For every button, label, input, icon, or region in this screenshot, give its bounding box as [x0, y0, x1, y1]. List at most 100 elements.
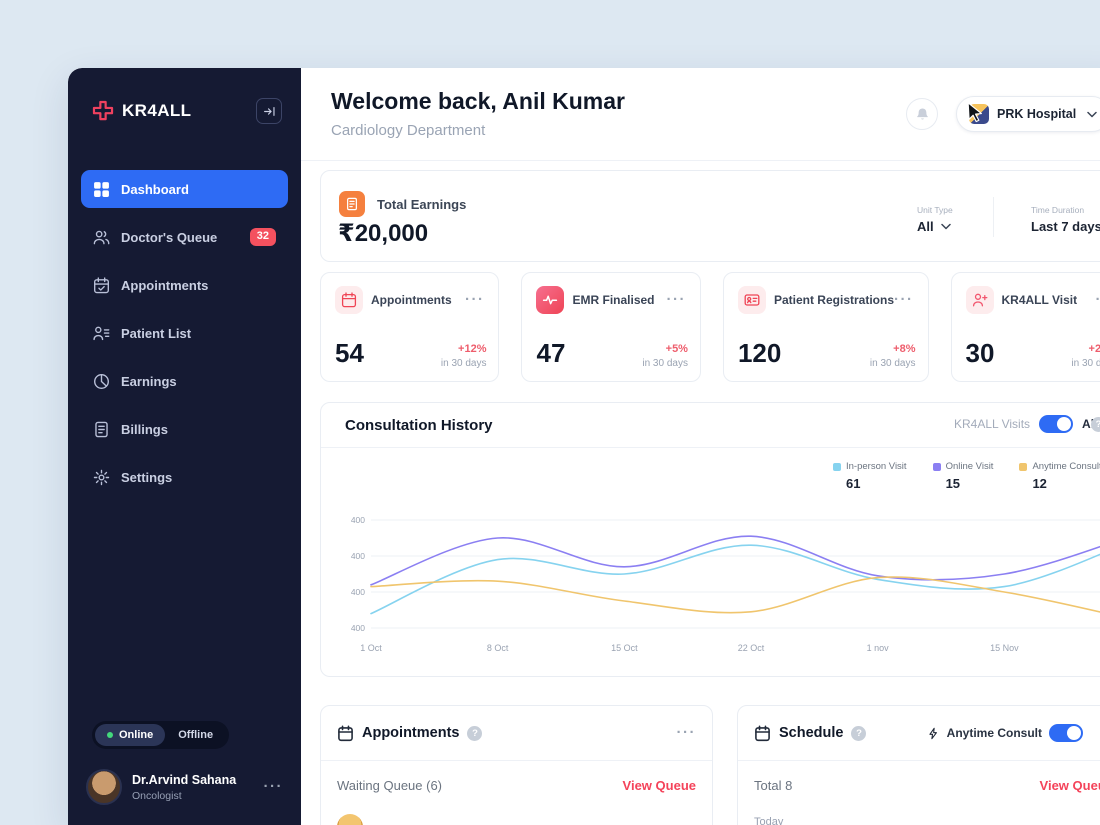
x-axis-label: 8 Oct	[486, 643, 509, 653]
app-window: KR4ALL Dashboard Doctor's Queue 32 Appoi…	[68, 68, 1100, 825]
kr4all-visits-toggle[interactable]	[1039, 415, 1074, 433]
legend-item: In-person Visit 61	[833, 461, 907, 491]
unit-type-control: Unit Type All	[917, 205, 953, 234]
card-more-button[interactable]: ···	[677, 725, 697, 740]
unit-type-label: Unit Type	[917, 205, 953, 215]
registrations-stat-icon	[737, 286, 766, 314]
anytime-consult-toggle[interactable]	[1049, 724, 1083, 742]
x-axis-label: 1 nov	[866, 643, 889, 653]
legend-label: Anytime Consult	[1032, 461, 1100, 472]
view-queue-link[interactable]: View Queue	[1040, 778, 1100, 793]
online-label: Online	[119, 729, 154, 741]
legend-label: Online Visit	[945, 461, 994, 472]
sidebar: KR4ALL Dashboard Doctor's Queue 32 Appoi…	[68, 68, 301, 825]
profile-more-button[interactable]: ···	[264, 779, 284, 794]
logo-row: KR4ALL	[68, 68, 301, 148]
sidebar-collapse-button[interactable]	[256, 98, 282, 124]
total-earnings-card: Total Earnings ₹20,000 Unit Type All Tim…	[320, 170, 1100, 262]
earnings-amount: ₹20,000	[338, 220, 429, 247]
schedule-card: Schedule ? Anytime Consult Total 8 View …	[737, 705, 1100, 825]
sidebar-item-label: Doctor's Queue	[121, 229, 218, 245]
earnings-card-icon	[339, 191, 365, 217]
stat-value: 47	[536, 338, 566, 368]
kr4all-logo-icon	[92, 100, 114, 122]
legend-item: Anytime Consult 12	[1019, 461, 1100, 491]
stat-change: +12%	[458, 343, 487, 355]
y-axis-tick: 400	[350, 551, 365, 561]
stat-period: in 30 days	[869, 358, 916, 369]
sidebar-item-label: Appointments	[121, 277, 209, 293]
stat-more-button[interactable]: ···	[1095, 292, 1100, 307]
sidebar-item-appointments[interactable]: Appointments	[81, 266, 288, 304]
time-duration-value: Last 7 days	[1031, 219, 1100, 234]
doctor-profile[interactable]: Dr.Arvind Sahana Oncologist ···	[68, 763, 301, 825]
view-queue-link[interactable]: View Queue	[623, 778, 696, 793]
time-duration-dropdown[interactable]: Last 7 days	[1031, 219, 1100, 234]
legend-label: In-person Visit	[846, 461, 907, 472]
hospital-name: PRK Hospital	[997, 107, 1077, 121]
sidebar-item-dashboard[interactable]: Dashboard	[81, 170, 288, 208]
stat-period: in 30 days	[1071, 358, 1100, 369]
bell-icon	[916, 108, 928, 119]
stat-value: 54	[335, 338, 364, 368]
stat-change: +25%	[1088, 343, 1100, 355]
stat-more-button[interactable]: ···	[666, 292, 686, 307]
x-axis-label: 1 Oct	[360, 643, 382, 653]
waiting-queue-label: Waiting Queue (6)	[337, 778, 443, 793]
legend-item: Online Visit 15	[932, 461, 994, 491]
sidebar-item-label: Settings	[121, 469, 173, 485]
x-axis-label: 15 Nov	[990, 643, 1019, 653]
stat-more-button[interactable]: ···	[465, 292, 485, 307]
calendar-icon	[338, 724, 353, 741]
help-icon[interactable]: ?	[1091, 417, 1100, 432]
chart-line-anytime-consult	[370, 576, 1100, 614]
unit-type-dropdown[interactable]: All	[917, 219, 953, 234]
legend-swatch	[833, 462, 841, 471]
legend-value: 15	[945, 476, 961, 491]
earnings-label: Total Earnings	[377, 197, 467, 212]
offline-pill[interactable]: Offline	[165, 724, 226, 746]
stat-label: EMR Finalised	[572, 293, 655, 307]
stat-more-button[interactable]: ···	[894, 292, 914, 307]
sidebar-item-earnings[interactable]: Earnings	[81, 362, 288, 400]
help-icon[interactable]: ?	[851, 725, 867, 741]
availability-toggle: Online Offline	[92, 721, 230, 749]
stat-card-appointments: Appointments ··· 54 +12% in 30 days	[320, 272, 500, 382]
consultation-history-card: Consultation History KR4ALL Visits All ?…	[320, 402, 1100, 677]
stat-change: +8%	[893, 343, 916, 355]
consultation-title: Consultation History	[345, 416, 493, 434]
sidebar-item-patient-list[interactable]: Patient List	[81, 314, 288, 352]
logo-text: KR4ALL	[122, 101, 192, 120]
legend-value: 61	[846, 476, 861, 491]
bottom-row: Appointments ? ··· Waiting Queue (6) Vie…	[320, 705, 1100, 825]
stat-value: 120	[737, 338, 782, 368]
appointments-stat-icon	[335, 286, 363, 314]
stat-label: Appointments	[371, 293, 452, 307]
legend-swatch	[932, 462, 941, 471]
chart-legend: In-person Visit 61 Online Visit 15 Anyti…	[833, 461, 1100, 491]
online-pill[interactable]: Online	[95, 724, 166, 746]
queue-count-badge: 32	[249, 228, 276, 246]
sidebar-item-settings[interactable]: Settings	[81, 458, 288, 496]
appointments-card-title: Appointments	[362, 725, 460, 741]
today-group-label: Today	[754, 816, 784, 825]
online-status-dot	[107, 732, 113, 738]
doctors-queue-icon	[93, 229, 110, 246]
notifications-button[interactable]	[906, 98, 938, 130]
sidebar-item-billings[interactable]: Billings	[81, 410, 288, 448]
sidebar-nav: Dashboard Doctor's Queue 32 Appointments	[68, 148, 301, 506]
patient-list-icon	[93, 325, 110, 342]
time-duration-label: Time Duration	[1031, 205, 1085, 215]
y-axis-tick: 400	[350, 515, 365, 525]
kr4all-visit-stat-icon	[965, 286, 994, 314]
stat-card-emr: EMR Finalised ··· 47 +5% in 30 days	[521, 272, 701, 382]
schedule-card-title: Schedule	[779, 725, 844, 741]
header-divider	[301, 160, 1100, 161]
doctor-avatar	[86, 769, 122, 805]
sidebar-item-doctors-queue[interactable]: Doctor's Queue 32	[81, 218, 288, 256]
mouse-cursor	[967, 102, 983, 123]
help-icon[interactable]: ?	[467, 725, 483, 741]
sidebar-item-label: Dashboard	[121, 181, 189, 197]
anytime-consult-label: Anytime Consult	[946, 726, 1042, 740]
x-axis-label: 15 Oct	[611, 643, 638, 653]
